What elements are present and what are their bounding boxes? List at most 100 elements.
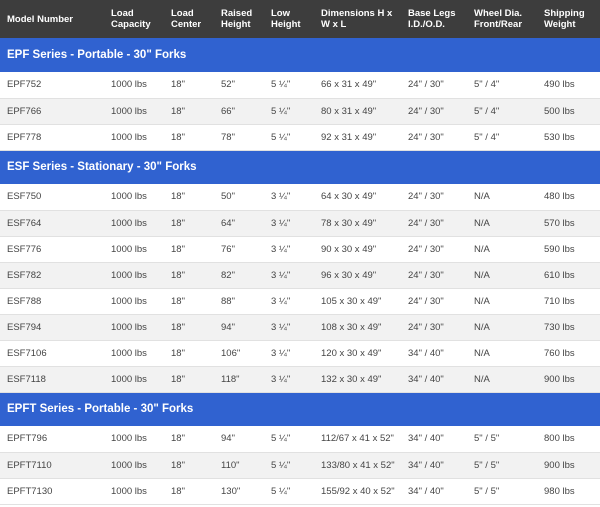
cell-dimensions: 80 x 31 x 49" (314, 98, 401, 125)
cell-model-number: EPFT7110 (0, 452, 104, 479)
cell-load-center: 18" (164, 72, 214, 99)
cell-load-capacity: 1000 lbs (104, 72, 164, 99)
cell-load-capacity: 1000 lbs (104, 98, 164, 125)
cell-load-capacity: 1000 lbs (104, 236, 164, 263)
cell-load-center: 18" (164, 236, 214, 263)
cell-load-capacity: 1000 lbs (104, 314, 164, 341)
cell-dimensions: 64 x 30 x 49" (314, 184, 401, 211)
cell-wheel-diameter: 5" / 5" (467, 426, 537, 453)
cell-dimensions: 66 x 31 x 49" (314, 72, 401, 99)
cell-load-capacity: 1000 lbs (104, 184, 164, 211)
cell-shipping-weight: 760 lbs (537, 340, 600, 367)
cell-load-capacity: 1000 lbs (104, 262, 164, 289)
cell-load-center: 18" (164, 452, 214, 479)
cell-load-center: 18" (164, 366, 214, 393)
cell-low-height: 3 ¼" (264, 262, 314, 289)
cell-load-center: 18" (164, 184, 214, 211)
cell-load-capacity: 1000 lbs (104, 288, 164, 315)
cell-load-center: 18" (164, 426, 214, 453)
cell-dimensions: 92 x 31 x 49" (314, 124, 401, 151)
header-low-height: Low Height (264, 0, 314, 38)
cell-dimensions: 108 x 30 x 49" (314, 314, 401, 341)
header-raised-height: Raised Height (214, 0, 264, 38)
cell-low-height: 5 ¼" (264, 478, 314, 505)
header-dimensions: Dimensions H x W x L (314, 0, 401, 38)
cell-load-capacity: 1000 lbs (104, 366, 164, 393)
table-row: EPF752 1000 lbs 18" 52" 5 ¼" 66 x 31 x 49" 24"… (0, 72, 600, 99)
cell-low-height: 3 ¼" (264, 366, 314, 393)
cell-wheel-diameter: N/A (467, 262, 537, 289)
table-row: ESF782 1000 lbs 18" 82" 3 ¼" 96 x 30 x 49" 24"… (0, 262, 600, 289)
cell-base-legs: 34" / 40" (401, 340, 467, 367)
cell-model-number: EPFT796 (0, 426, 104, 453)
cell-model-number: ESF788 (0, 288, 104, 315)
table-row: ESF794 1000 lbs 18" 94" 3 ¼" 108 x 30 x 49" 24… (0, 314, 600, 341)
cell-load-capacity: 1000 lbs (104, 210, 164, 237)
cell-load-center: 18" (164, 262, 214, 289)
cell-low-height: 3 ¼" (264, 340, 314, 367)
cell-shipping-weight: 480 lbs (537, 184, 600, 211)
cell-raised-height: 64" (214, 210, 264, 237)
cell-load-center: 18" (164, 288, 214, 315)
cell-load-capacity: 1000 lbs (104, 478, 164, 505)
cell-model-number: ESF782 (0, 262, 104, 289)
cell-wheel-diameter: N/A (467, 184, 537, 211)
cell-raised-height: 50" (214, 184, 264, 211)
cell-wheel-diameter: N/A (467, 236, 537, 263)
cell-model-number: ESF7106 (0, 340, 104, 367)
cell-wheel-diameter: N/A (467, 314, 537, 341)
cell-base-legs: 24" / 30" (401, 288, 467, 315)
table-row: ESF764 1000 lbs 18" 64" 3 ¼" 78 x 30 x 49" 24"… (0, 210, 600, 237)
cell-load-center: 18" (164, 314, 214, 341)
cell-base-legs: 24" / 30" (401, 98, 467, 125)
cell-raised-height: 82" (214, 262, 264, 289)
cell-load-capacity: 1000 lbs (104, 426, 164, 453)
cell-shipping-weight: 500 lbs (537, 98, 600, 125)
cell-low-height: 5 ¼" (264, 426, 314, 453)
cell-base-legs: 34" / 40" (401, 366, 467, 393)
cell-base-legs: 24" / 30" (401, 210, 467, 237)
cell-wheel-diameter: N/A (467, 340, 537, 367)
table-row: EPFT796 1000 lbs 18" 94" 5 ¼" 112/67 x 41 x 5… (0, 426, 600, 453)
section-header-row: ESF Series - Stationary - 30" Forks (0, 150, 600, 184)
cell-load-capacity: 1000 lbs (104, 124, 164, 151)
cell-shipping-weight: 900 lbs (537, 452, 600, 479)
table-row: ESF788 1000 lbs 18" 88" 3 ¼" 105 x 30 x 49" 24… (0, 288, 600, 315)
cell-raised-height: 118" (214, 366, 264, 393)
cell-wheel-diameter: 5" / 4" (467, 72, 537, 99)
section-header-row: EPFT Series - Portable - 30" Forks (0, 392, 600, 426)
header-wheel-diameter: Wheel Dia. Front/Rear (467, 0, 537, 38)
cell-base-legs: 24" / 30" (401, 314, 467, 341)
cell-model-number: ESF7118 (0, 366, 104, 393)
cell-raised-height: 52" (214, 72, 264, 99)
cell-wheel-diameter: 5" / 4" (467, 98, 537, 125)
cell-low-height: 3 ¼" (264, 210, 314, 237)
header-model-number: Model Number (0, 0, 104, 38)
cell-shipping-weight: 800 lbs (537, 426, 600, 453)
cell-wheel-diameter: 5" / 4" (467, 124, 537, 151)
cell-low-height: 3 ¼" (264, 236, 314, 263)
cell-low-height: 5 ¼" (264, 124, 314, 151)
header-base-legs: Base Legs I.D./O.D. (401, 0, 467, 38)
cell-model-number: ESF764 (0, 210, 104, 237)
cell-dimensions: 155/92 x 40 x 52" (314, 478, 401, 505)
cell-raised-height: 76" (214, 236, 264, 263)
cell-shipping-weight: 730 lbs (537, 314, 600, 341)
cell-model-number: EPF778 (0, 124, 104, 151)
cell-model-number: ESF794 (0, 314, 104, 341)
header-load-center: Load Center (164, 0, 214, 38)
cell-raised-height: 66" (214, 98, 264, 125)
cell-raised-height: 106" (214, 340, 264, 367)
cell-raised-height: 94" (214, 314, 264, 341)
specifications-table: Model Number Load Capacity Load Center R… (0, 0, 600, 505)
cell-low-height: 3 ¼" (264, 288, 314, 315)
cell-base-legs: 24" / 30" (401, 262, 467, 289)
cell-base-legs: 34" / 40" (401, 478, 467, 505)
cell-shipping-weight: 980 lbs (537, 478, 600, 505)
table-body: EPF Series - Portable - 30" Forks EPF752 1… (0, 38, 600, 505)
cell-load-capacity: 1000 lbs (104, 452, 164, 479)
cell-base-legs: 24" / 30" (401, 72, 467, 99)
table-header: Model Number Load Capacity Load Center R… (0, 0, 600, 38)
cell-shipping-weight: 490 lbs (537, 72, 600, 99)
header-load-capacity: Load Capacity (104, 0, 164, 38)
